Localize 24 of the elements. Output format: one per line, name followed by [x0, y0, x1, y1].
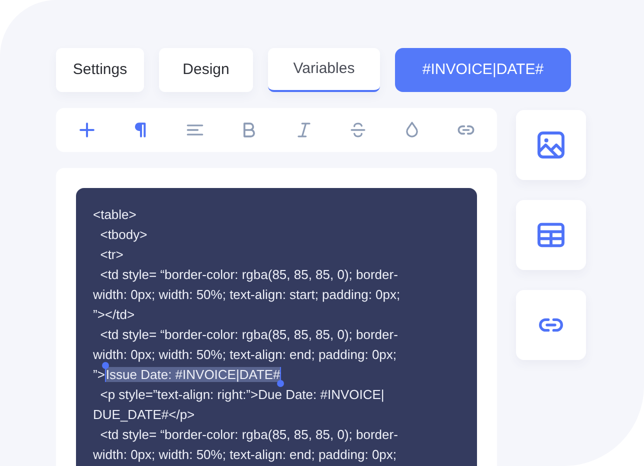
- image-icon: [535, 129, 567, 161]
- tab[interactable]: Variables: [268, 48, 380, 92]
- code-line: <tr>: [99, 247, 124, 262]
- tab[interactable]: Design: [159, 48, 253, 92]
- insert-button[interactable]: [516, 290, 586, 360]
- insert-button[interactable]: [516, 200, 586, 270]
- code-line: ”>: [93, 367, 105, 382]
- tab[interactable]: Settings: [56, 48, 144, 92]
- selection-handle[interactable]: [277, 380, 284, 387]
- code-line: <td style= “border-color: rgba(85, 85, 85, 0); border-: [99, 267, 398, 282]
- code-line: <p style=”text-align: right:”>Due Date: #INVOICE|: [99, 387, 384, 402]
- code-line: <table>: [93, 207, 136, 222]
- code-line: <td style= “border-color: rgba(85, 85, 85, 0); border-: [99, 427, 398, 442]
- code-line: <tbody>: [99, 227, 148, 242]
- code-editor[interactable]: [76, 188, 477, 466]
- code-line: <td style= “border-color: rgba(85, 85, 85, 0); border-: [99, 327, 398, 342]
- variable-token-button[interactable]: #INVOICE|DATE#: [395, 48, 571, 92]
- code-line: ”></td>: [93, 307, 135, 322]
- insert-button[interactable]: [516, 110, 586, 180]
- code-line: DUE_DATE#</p>: [93, 407, 195, 422]
- code-line: width: 0px; width: 50%; text-align: end; padding: 0px;: [93, 447, 397, 462]
- code-line: width: 0px; width: 50%; text-align: end; padding: 0px;: [93, 347, 397, 362]
- selection-handle[interactable]: [102, 362, 109, 369]
- code-line: width: 0px; width: 50%; text-align: start; padding: 0px;: [93, 287, 400, 302]
